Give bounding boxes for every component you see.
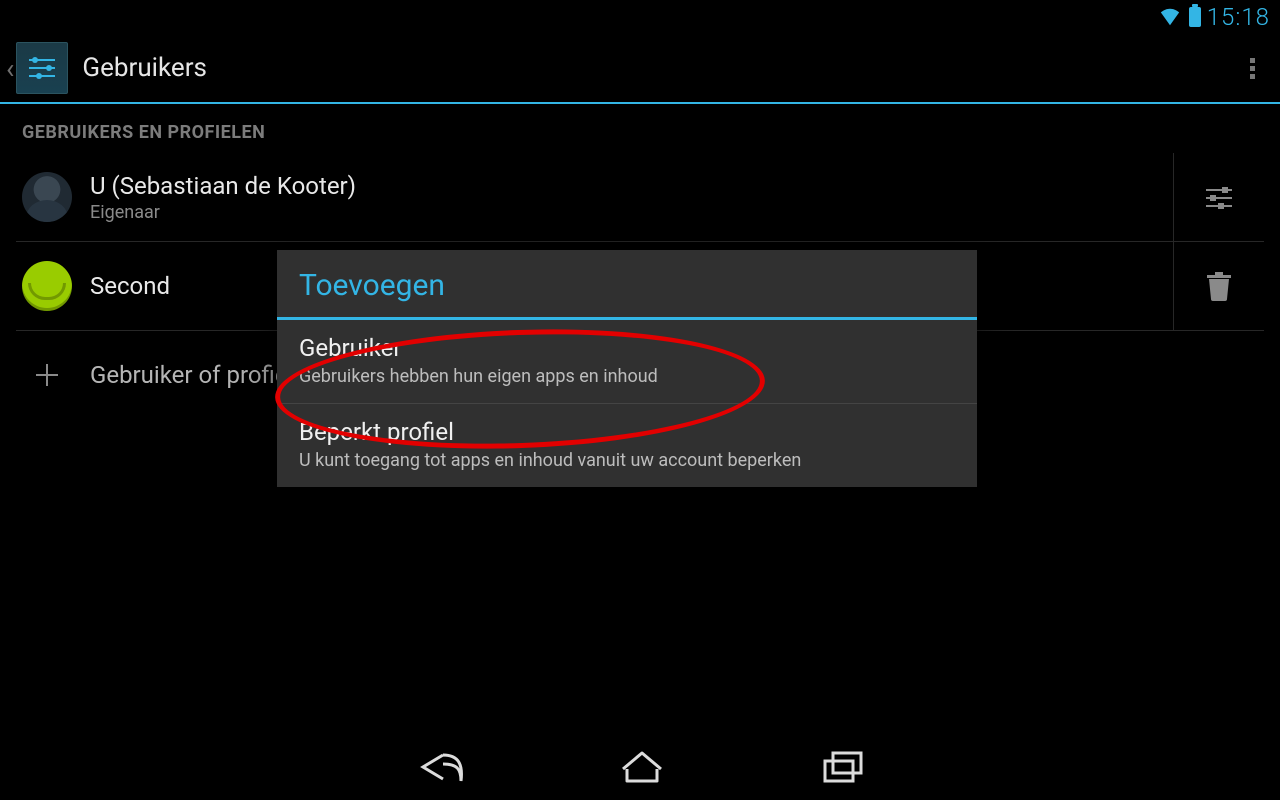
dialog-option-subtitle: Gebruikers hebben hun eigen apps en inho… xyxy=(299,366,955,387)
add-dialog: Toevoegen Gebruiker Gebruikers hebben hu… xyxy=(277,250,977,487)
nav-home-button[interactable] xyxy=(617,747,667,791)
dialog-option-user[interactable]: Gebruiker Gebruikers hebben hun eigen ap… xyxy=(277,320,977,404)
back-icon xyxy=(413,747,467,787)
dialog-option-restricted[interactable]: Beperkt profiel U kunt toegang tot apps … xyxy=(277,404,977,487)
dialog-option-title: Gebruiker xyxy=(299,334,955,362)
nav-bar xyxy=(0,738,1280,800)
nav-recent-button[interactable] xyxy=(817,747,867,791)
home-icon xyxy=(617,747,667,787)
recent-apps-icon xyxy=(817,747,867,787)
dialog-title: Toevoegen xyxy=(277,250,977,320)
dialog-option-title: Beperkt profiel xyxy=(299,418,955,446)
dialog-option-subtitle: U kunt toegang tot apps en inhoud vanuit… xyxy=(299,450,955,471)
nav-back-button[interactable] xyxy=(413,747,467,791)
